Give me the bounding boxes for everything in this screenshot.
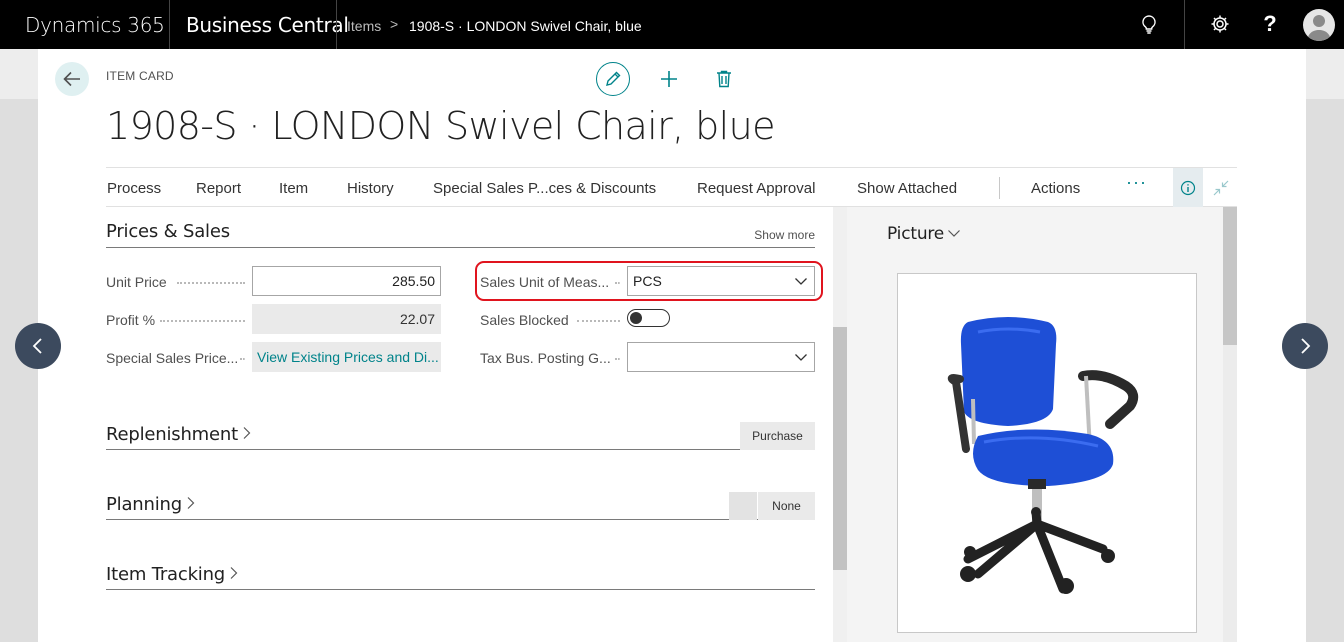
profit-label: Profit % <box>106 312 156 328</box>
gear-icon[interactable] <box>1208 12 1232 36</box>
next-record-button[interactable] <box>1282 323 1328 369</box>
replenishment-summary: Purchase <box>740 422 815 450</box>
collapse-button[interactable] <box>1206 168 1236 207</box>
replenishment-label: Replenishment <box>106 424 238 445</box>
highlight-box <box>475 261 823 301</box>
chevron-down-icon <box>948 230 960 237</box>
more-options-icon[interactable]: ··· <box>1126 172 1147 193</box>
profit-value: 22.07 <box>252 304 441 334</box>
chevron-right-icon <box>243 427 251 439</box>
action-report[interactable]: Report <box>196 180 241 197</box>
factbox-title-picture[interactable]: Picture <box>887 224 961 244</box>
section-replenishment: Replenishment <box>106 420 815 450</box>
breadcrumb-items[interactable]: Items <box>347 18 381 34</box>
section-planning: Planning <box>106 490 815 520</box>
sales-blocked-toggle[interactable] <box>627 309 670 327</box>
breadcrumb-separator: > <box>390 16 399 32</box>
section-prices-sales: Prices & Sales Show more <box>106 219 815 248</box>
chevron-down-icon <box>795 354 807 361</box>
action-request-approval[interactable]: Request Approval <box>697 180 815 197</box>
field-dots <box>615 358 620 360</box>
product-brand[interactable]: Dynamics 365 <box>25 13 165 37</box>
tax-posting-group-select[interactable] <box>627 342 815 372</box>
action-divider <box>999 177 1000 199</box>
trash-icon <box>717 70 731 88</box>
info-icon <box>1180 180 1196 195</box>
action-bar: Process Report Item History Special Sale… <box>106 167 1237 207</box>
edit-button[interactable] <box>596 62 630 96</box>
action-process[interactable]: Process <box>107 180 161 197</box>
breadcrumb-current: 1908-S · LONDON Swivel Chair, blue <box>409 18 642 34</box>
help-icon[interactable]: ? <box>1258 11 1282 36</box>
topbar-divider <box>336 0 337 49</box>
topbar-divider <box>169 0 170 49</box>
special-sales-price-label: Special Sales Price... <box>106 350 239 366</box>
chevron-left-icon <box>32 338 42 354</box>
previous-record-button[interactable] <box>15 323 61 369</box>
delete-button[interactable] <box>707 62 741 96</box>
section-title-item-tracking[interactable]: Item Tracking <box>106 564 240 585</box>
avatar[interactable] <box>1303 9 1335 41</box>
tax-posting-group-label: Tax Bus. Posting G... <box>480 350 611 366</box>
picture-label: Picture <box>887 224 945 244</box>
chair-image <box>947 317 1139 594</box>
toggle-knob <box>630 312 642 324</box>
action-special-prices[interactable]: Special Sales P...ces & Discounts <box>433 180 656 197</box>
field-dots <box>240 358 245 360</box>
chevron-right-icon <box>187 497 195 509</box>
action-show-attached[interactable]: Show Attached <box>857 180 957 197</box>
topbar-divider <box>1184 0 1185 49</box>
chevron-right-icon <box>230 567 238 579</box>
sales-blocked-label: Sales Blocked <box>480 312 569 328</box>
top-bar: Dynamics 365 Business Central Items > 19… <box>0 0 1344 49</box>
content-scrollbar-thumb[interactable] <box>833 327 847 570</box>
show-more-link[interactable]: Show more <box>754 228 815 242</box>
planning-label: Planning <box>106 494 182 515</box>
back-button[interactable] <box>55 62 89 96</box>
lightbulb-icon[interactable] <box>1137 12 1161 36</box>
arrow-left-icon <box>63 71 80 87</box>
field-dots <box>177 282 245 284</box>
planning-summary: None <box>758 492 815 520</box>
unit-price-label: Unit Price <box>106 274 167 290</box>
planning-summary-spacer <box>729 492 757 520</box>
field-dots <box>577 320 620 322</box>
plus-icon <box>661 71 677 87</box>
item-tracking-label: Item Tracking <box>106 564 226 585</box>
field-dots <box>160 320 245 322</box>
new-button[interactable] <box>652 62 686 96</box>
unit-price-input[interactable]: 285.50 <box>252 266 441 296</box>
action-item[interactable]: Item <box>279 180 308 197</box>
item-picture[interactable] <box>897 273 1197 633</box>
section-title-planning[interactable]: Planning <box>106 494 197 515</box>
view-existing-prices-link[interactable]: View Existing Prices and Di... <box>252 342 441 372</box>
factbox-toggle-button[interactable] <box>1173 168 1203 207</box>
section-title-prices-sales[interactable]: Prices & Sales <box>106 221 230 242</box>
collapse-icon <box>1213 180 1229 195</box>
background-shade <box>1306 99 1344 642</box>
action-history[interactable]: History <box>347 180 394 197</box>
section-item-tracking: Item Tracking <box>106 560 815 590</box>
page-caption: ITEM CARD <box>106 69 174 83</box>
chevron-right-icon <box>1301 338 1311 354</box>
background-shade <box>0 99 38 642</box>
app-name[interactable]: Business Central <box>186 13 349 37</box>
action-actions[interactable]: Actions <box>1031 180 1080 197</box>
factbox-scrollbar-thumb[interactable] <box>1223 207 1237 345</box>
section-title-replenishment[interactable]: Replenishment <box>106 424 253 445</box>
pencil-icon <box>606 71 621 86</box>
page-title: 1908-S · LONDON Swivel Chair, blue <box>106 104 775 148</box>
